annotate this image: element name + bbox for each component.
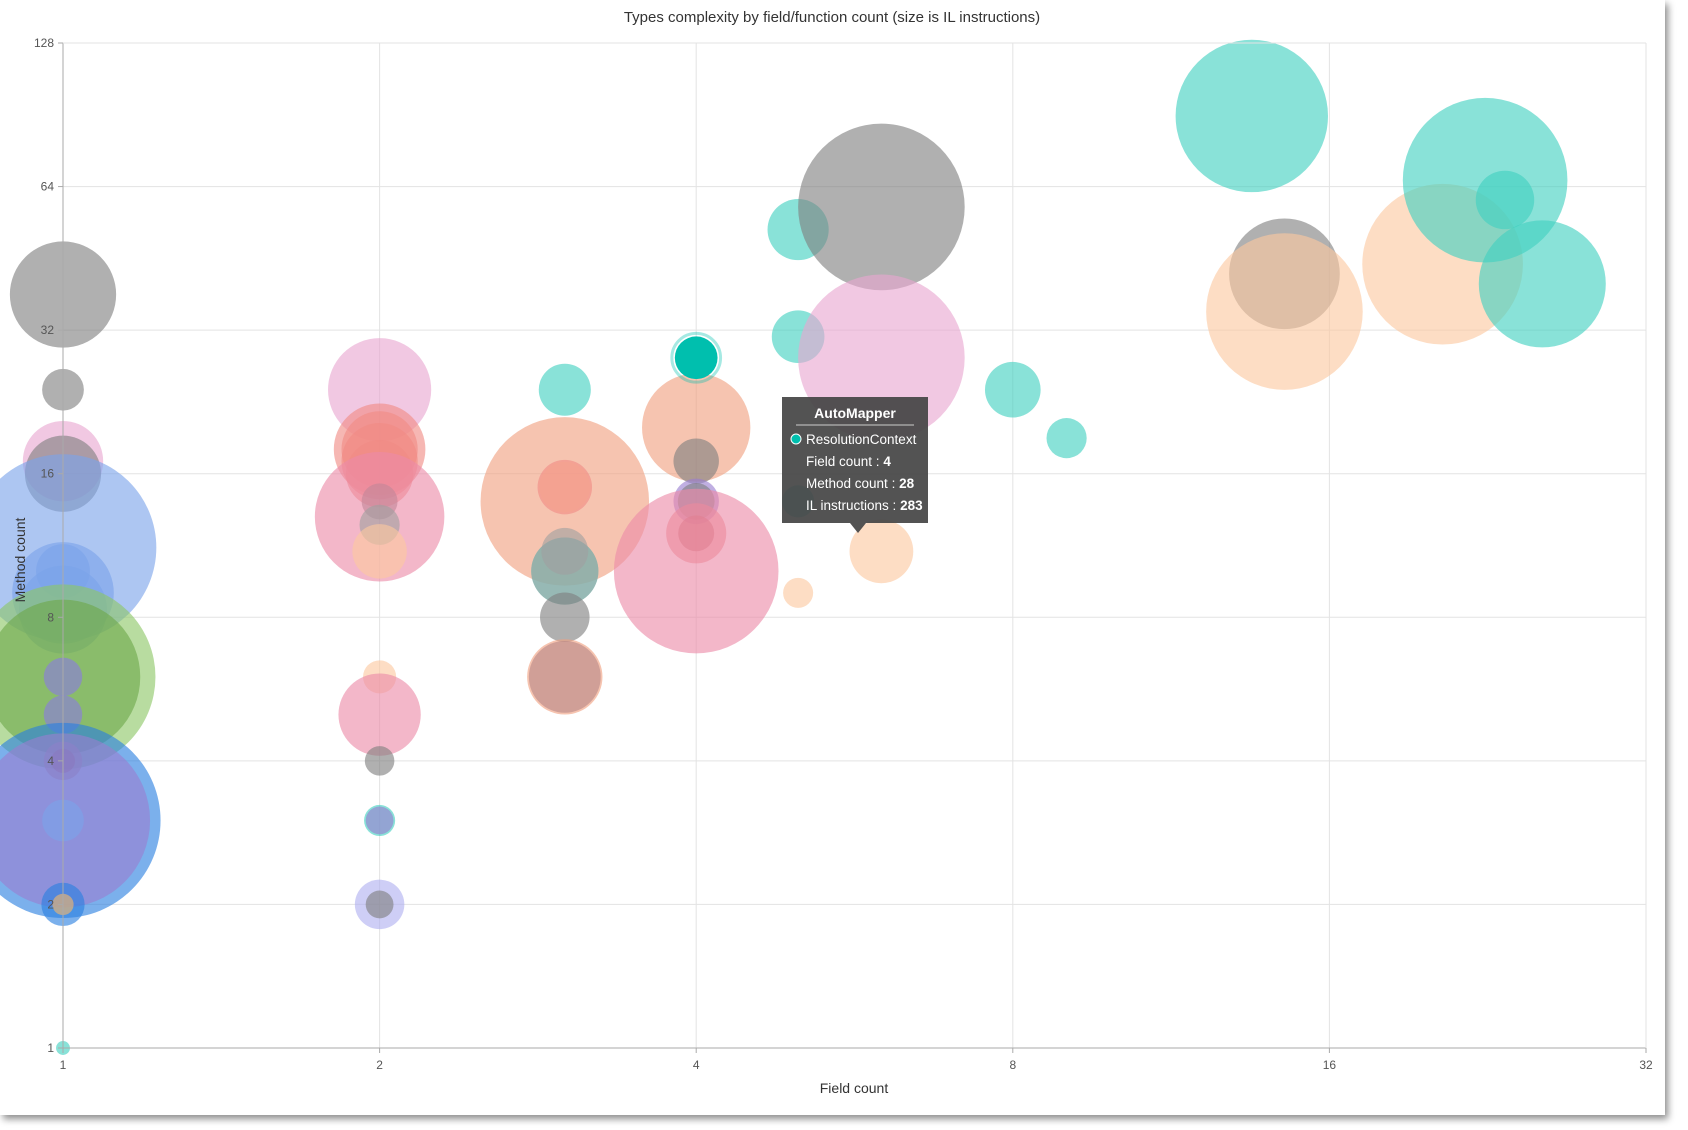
x-tick-label: 32 — [1639, 1058, 1653, 1072]
bubble — [674, 336, 718, 380]
x-tick-label: 4 — [693, 1058, 700, 1072]
x-axis-title: Field count — [820, 1080, 889, 1096]
y-axis-title: Method count — [12, 517, 28, 602]
tooltip-row-separator: : — [888, 476, 899, 491]
y-tick-label: 64 — [41, 180, 55, 194]
y-tick-label: 8 — [47, 610, 54, 624]
bubble — [537, 459, 593, 515]
bubble — [1478, 220, 1606, 348]
bubble — [783, 577, 814, 608]
bubble — [538, 363, 591, 416]
x-tick-label: 8 — [1009, 1058, 1016, 1072]
y-tick-label: 1 — [47, 1041, 54, 1055]
tooltip-row-label: IL instructions — [806, 498, 889, 513]
tooltip-row: IL instructions : 283 — [806, 498, 923, 513]
tooltip-row: Method count : 28 — [806, 476, 915, 491]
x-tick-label: 2 — [376, 1058, 383, 1072]
bubble — [540, 592, 590, 643]
bubble — [613, 488, 779, 654]
x-tick-label: 16 — [1323, 1058, 1337, 1072]
bubble — [352, 524, 407, 579]
tooltip-row-value: 283 — [900, 498, 923, 513]
bubble — [1046, 418, 1087, 459]
bubble — [798, 123, 965, 291]
tooltip-row-value: 28 — [899, 476, 915, 491]
x-tick-label: 1 — [60, 1058, 67, 1072]
bubble — [365, 890, 394, 919]
tooltip-row-label: Method count — [806, 476, 888, 491]
tooltip-row-separator: : — [889, 498, 900, 513]
bubble — [1175, 39, 1328, 193]
tooltip-title: AutoMapper — [814, 405, 896, 421]
tooltip-row-value: 4 — [883, 454, 891, 469]
bubble — [364, 746, 395, 776]
chart-frame: Types complexity by field/function count… — [0, 0, 1665, 1115]
y-tick-label: 32 — [41, 323, 55, 337]
bubble — [1206, 233, 1363, 390]
bubble-layer — [0, 39, 1606, 1055]
tooltip-row-separator: : — [872, 454, 883, 469]
bubble — [673, 438, 719, 484]
tooltip-row: Field count : 4 — [806, 454, 891, 469]
y-tick-label: 4 — [47, 754, 54, 768]
bubble — [1475, 170, 1535, 230]
y-tick-label: 2 — [47, 897, 54, 911]
tooltip-series-name: ResolutionContext — [806, 432, 917, 447]
y-tick-label: 16 — [41, 467, 55, 481]
bubble — [338, 673, 421, 756]
tooltip-row-label: Field count — [806, 454, 872, 469]
chart: Types complexity by field/function count… — [0, 9, 1653, 1096]
bubble — [984, 361, 1041, 418]
y-tick-label: 128 — [34, 36, 54, 50]
tooltip-series-marker — [790, 433, 802, 445]
bubble — [528, 640, 601, 713]
bubble — [365, 806, 394, 835]
tooltip: AutoMapper ResolutionContext Field count :… — [782, 397, 928, 533]
chart-title: Types complexity by field/function count… — [624, 9, 1040, 26]
